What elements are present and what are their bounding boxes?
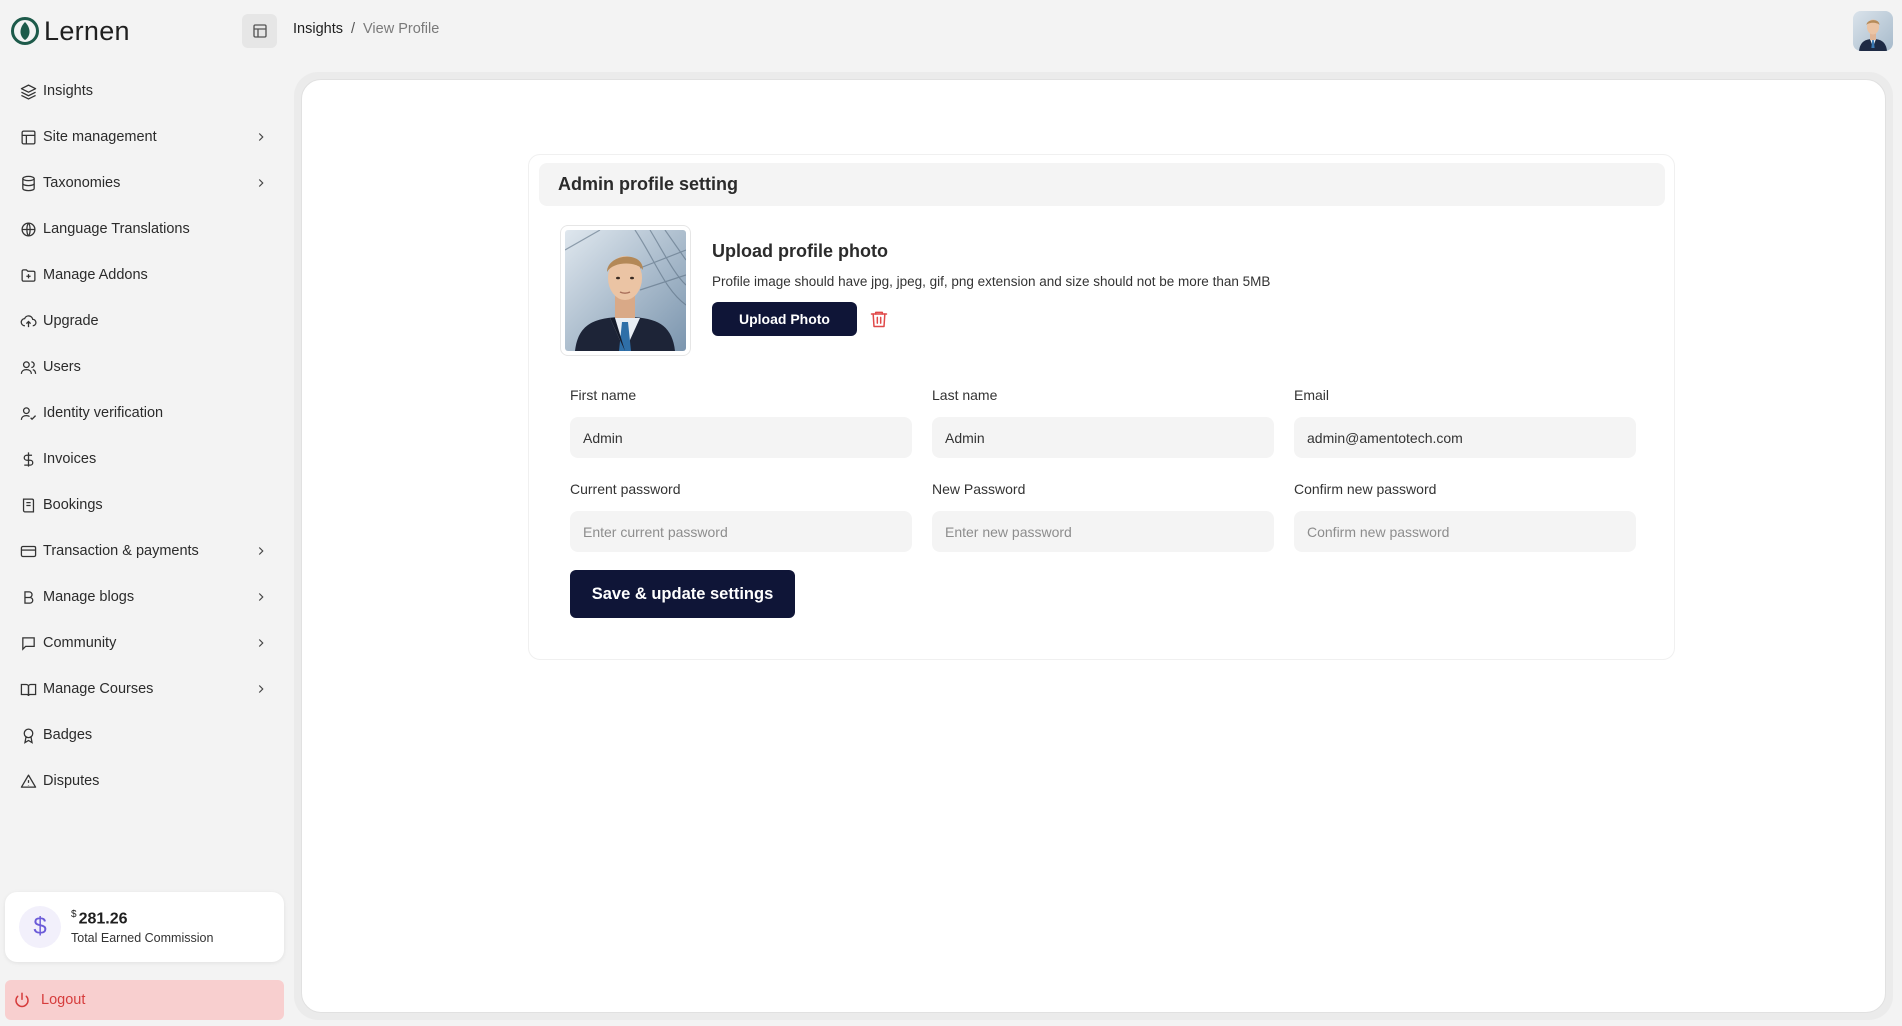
upload-photo-title: Upload profile photo — [712, 241, 888, 261]
sidebar-item-manage-blogs[interactable]: Manage blogs — [0, 574, 290, 620]
email-input[interactable] — [1294, 417, 1636, 458]
sidebar-item-label: Site management — [43, 129, 157, 145]
sidebar-toggle-button[interactable] — [242, 14, 277, 48]
sidebar-item-manage-courses[interactable]: Manage Courses — [0, 666, 290, 712]
layout-icon — [20, 129, 37, 146]
sidebar-item-label: Bookings — [43, 497, 103, 513]
layers-icon — [20, 83, 37, 100]
confirm-password-input[interactable] — [1294, 511, 1636, 552]
sidebar-item-label: Users — [43, 359, 81, 375]
main-content: Admin profile setting Upload profile pho… — [301, 79, 1886, 1013]
sidebar-item-language-translations[interactable]: Language Translations — [0, 206, 290, 252]
sidebar-item-upgrade[interactable]: Upgrade — [0, 298, 290, 344]
user-check-icon — [20, 405, 37, 422]
users-icon — [20, 359, 37, 376]
email-label: Email — [1294, 387, 1330, 403]
sidebar-item-community[interactable]: Community — [0, 620, 290, 666]
sidebar-item-label: Taxonomies — [43, 175, 121, 191]
brand-logo[interactable]: Lernen — [10, 14, 130, 48]
breadcrumb: Insights / View Profile — [293, 21, 439, 37]
commission-amount: $281.26 — [71, 909, 213, 928]
sidebar-item-label: Identity verification — [43, 405, 164, 421]
sidebar-item-manage-addons[interactable]: Manage Addons — [0, 252, 290, 298]
brand-name: Lernen — [44, 15, 130, 46]
sidebar-item-badges[interactable]: Badges — [0, 712, 290, 758]
alert-triangle-icon — [20, 773, 37, 790]
globe-icon — [20, 221, 37, 238]
sidebar-item-site-management[interactable]: Site management — [0, 114, 290, 160]
current-password-input[interactable] — [570, 511, 912, 552]
sidebar-item-label: Manage blogs — [43, 589, 135, 605]
power-icon — [15, 992, 29, 1008]
profile-settings-card: Admin profile setting Upload profile pho… — [528, 154, 1675, 660]
commission-value: 281.26 — [78, 910, 128, 928]
sidebar-item-label: Language Translations — [43, 221, 190, 237]
sidebar: Lernen Insights Site management Taxonomi… — [0, 0, 290, 1026]
sidebar-item-label: Insights — [43, 83, 93, 99]
chevron-right-icon — [254, 544, 268, 558]
open-book-icon — [20, 681, 37, 698]
avatar-photo — [1853, 11, 1893, 51]
current-password-label: Current password — [570, 481, 681, 497]
dollar-icon: $ — [19, 906, 61, 948]
chevron-right-icon — [254, 682, 268, 696]
chevron-right-icon — [254, 130, 268, 144]
database-icon — [20, 175, 37, 192]
first-name-label: First name — [570, 387, 637, 403]
breadcrumb-link-insights[interactable]: Insights — [293, 21, 343, 37]
folder-plus-icon — [20, 267, 37, 284]
upload-photo-hint: Profile image should have jpg, jpeg, gif… — [712, 274, 1271, 289]
book-icon — [20, 497, 37, 514]
chevron-right-icon — [254, 176, 268, 190]
sidebar-item-label: Disputes — [43, 773, 100, 789]
commission-label: Total Earned Commission — [71, 931, 214, 946]
breadcrumb-current: View Profile — [363, 21, 440, 37]
confirm-password-label: Confirm new password — [1294, 481, 1437, 497]
profile-photo — [560, 225, 691, 356]
first-name-input[interactable] — [570, 417, 912, 458]
save-settings-button[interactable]: Save & update settings — [570, 570, 795, 618]
sidebar-item-label: Manage Addons — [43, 267, 148, 283]
cloud-upload-icon — [20, 313, 37, 330]
user-avatar[interactable] — [1853, 11, 1893, 51]
sidebar-item-label: Invoices — [43, 451, 97, 467]
panel-layout-icon — [252, 24, 267, 38]
dollar-icon — [20, 451, 37, 468]
credit-card-icon — [20, 543, 37, 560]
sidebar-item-bookings[interactable]: Bookings — [0, 482, 290, 528]
sidebar-item-transaction-payments[interactable]: Transaction & payments — [0, 528, 290, 574]
main-frame: Admin profile setting Upload profile pho… — [294, 72, 1893, 1020]
sidebar-item-users[interactable]: Users — [0, 344, 290, 390]
sidebar-item-label: Badges — [43, 727, 93, 743]
chevron-right-icon — [254, 636, 268, 650]
sidebar-item-label: Upgrade — [43, 313, 99, 329]
leaf-logo-icon — [11, 17, 39, 45]
sidebar-nav: Insights Site management Taxonomies Lang… — [0, 68, 290, 804]
currency-symbol: $ — [71, 908, 77, 920]
sidebar-item-label: Transaction & payments — [43, 543, 199, 559]
trash-icon[interactable] — [869, 309, 889, 329]
award-icon — [20, 727, 37, 744]
last-name-input[interactable] — [932, 417, 1274, 458]
sidebar-item-label: Manage Courses — [43, 681, 154, 697]
sidebar-item-disputes[interactable]: Disputes — [0, 758, 290, 804]
sidebar-item-taxonomies[interactable]: Taxonomies — [0, 160, 290, 206]
bold-icon — [20, 589, 37, 606]
sidebar-item-identity-verification[interactable]: Identity verification — [0, 390, 290, 436]
logout-label: Logout — [41, 992, 86, 1008]
chevron-right-icon — [254, 590, 268, 604]
logout-button[interactable]: Logout — [5, 980, 284, 1020]
upload-photo-button[interactable]: Upload Photo — [712, 302, 857, 336]
last-name-label: Last name — [932, 387, 998, 403]
commission-card: $ $281.26 Total Earned Commission — [5, 892, 284, 962]
chat-icon — [20, 635, 37, 652]
profile-photo-image — [565, 230, 686, 351]
sidebar-item-invoices[interactable]: Invoices — [0, 436, 290, 482]
new-password-label: New Password — [932, 481, 1026, 497]
sidebar-item-insights[interactable]: Insights — [0, 68, 290, 114]
card-title: Admin profile setting — [539, 163, 1665, 206]
new-password-input[interactable] — [932, 511, 1274, 552]
breadcrumb-separator: / — [350, 21, 356, 37]
sidebar-item-label: Community — [43, 635, 117, 651]
